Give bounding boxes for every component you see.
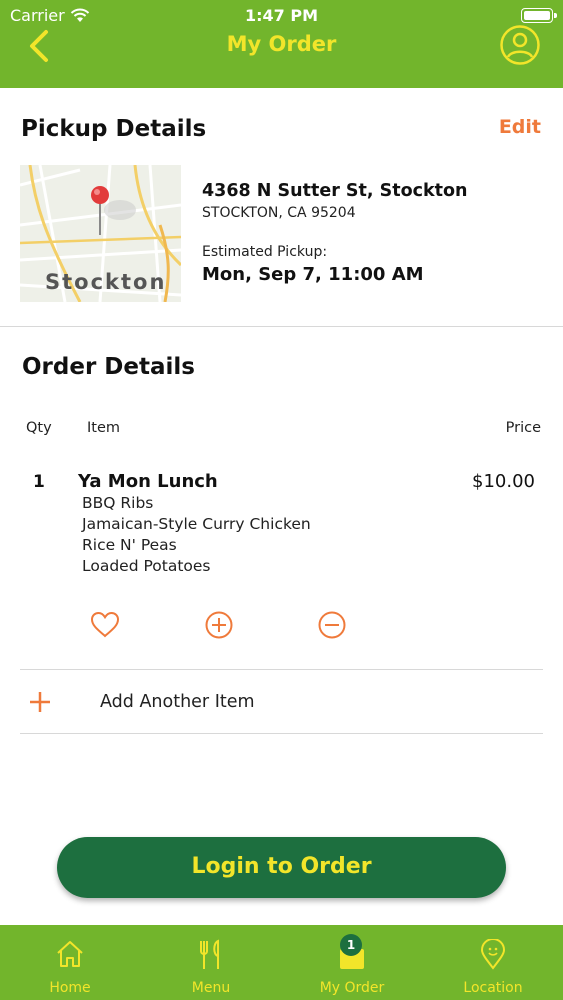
- tab-location[interactable]: Location: [423, 925, 563, 1000]
- clock-label: 1:47 PM: [244, 6, 318, 25]
- add-item-divider: [20, 733, 543, 734]
- map-city-label: Stockton: [45, 270, 167, 294]
- estimated-pickup-label: Estimated Pickup:: [202, 244, 328, 260]
- item-column-header: Item: [87, 420, 121, 436]
- tab-menu-label: Menu: [191, 980, 231, 996]
- edit-pickup-link[interactable]: Edit: [499, 116, 541, 138]
- section-divider: [0, 326, 563, 327]
- location-pin-icon: [480, 939, 506, 970]
- fork-knife-icon: [200, 939, 219, 969]
- home-icon: [57, 941, 83, 967]
- add-another-item-label: Add Another Item: [100, 692, 255, 712]
- tab-home[interactable]: Home: [0, 925, 140, 1000]
- item-modifier: BBQ Ribs: [82, 494, 154, 512]
- item-price: $10.00: [472, 471, 535, 492]
- qty-column-header: Qty: [26, 420, 52, 436]
- login-to-order-button[interactable]: Login to Order: [57, 837, 506, 898]
- order-details-heading: Order Details: [22, 354, 195, 380]
- profile-icon[interactable]: [499, 24, 541, 66]
- map-thumbnail[interactable]: Stockton: [20, 165, 181, 302]
- price-column-header: Price: [505, 420, 541, 436]
- page-title: My Order: [226, 32, 337, 56]
- status-bar: Carrier 1:47 PM: [0, 6, 563, 26]
- tab-home-label: Home: [49, 980, 91, 996]
- favorite-heart-icon[interactable]: [90, 610, 120, 640]
- tab-location-label: Location: [463, 980, 523, 996]
- tab-menu[interactable]: Menu: [141, 925, 281, 1000]
- bottom-tab-bar: Home Menu 1 My Order Location: [0, 925, 563, 1000]
- item-qty: 1: [33, 472, 45, 492]
- battery-icon: [521, 8, 557, 23]
- item-name: Ya Mon Lunch: [78, 471, 218, 492]
- estimated-pickup-time: Mon, Sep 7, 11:00 AM: [202, 264, 424, 285]
- pickup-details-heading: Pickup Details: [21, 116, 207, 142]
- tab-my-order-label: My Order: [319, 980, 385, 996]
- login-button-label: Login to Order: [191, 854, 372, 879]
- tab-my-order[interactable]: 1 My Order: [282, 925, 422, 1000]
- order-count-badge: 1: [340, 934, 362, 956]
- pickup-address-line1: 4368 N Sutter St, Stockton: [202, 181, 468, 201]
- pickup-address-line2: STOCKTON, CA 95204: [202, 205, 356, 221]
- item-modifier: Rice N' Peas: [82, 536, 177, 554]
- plus-icon: [30, 692, 50, 712]
- add-another-item-button[interactable]: Add Another Item: [20, 670, 543, 734]
- item-modifier: Loaded Potatoes: [82, 557, 211, 575]
- decrease-quantity-icon[interactable]: [317, 610, 347, 640]
- app-header: Carrier 1:47 PM My Order: [0, 0, 563, 88]
- item-modifier: Jamaican-Style Curry Chicken: [82, 515, 311, 533]
- increase-quantity-icon[interactable]: [204, 610, 234, 640]
